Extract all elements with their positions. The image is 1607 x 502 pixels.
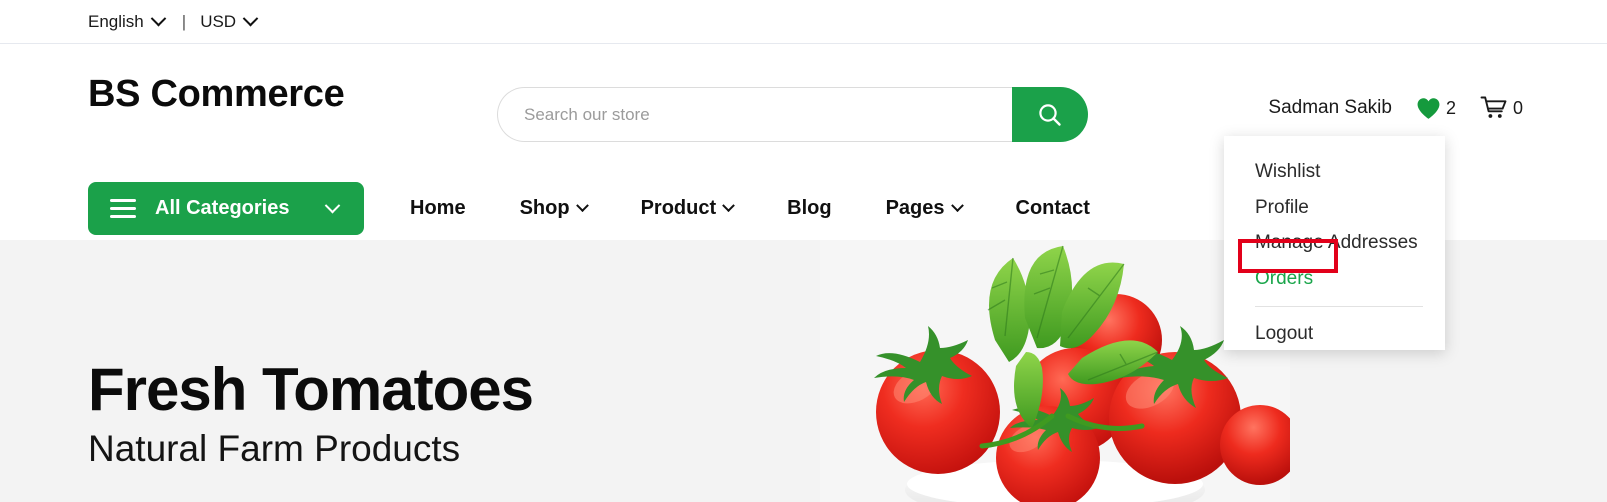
hero-title: Fresh Tomatoes xyxy=(88,356,534,423)
chevron-down-icon xyxy=(242,10,259,27)
chevron-down-icon xyxy=(722,198,736,212)
cart-count: 0 xyxy=(1512,97,1523,118)
search-bar xyxy=(497,87,1088,142)
chevron-down-icon xyxy=(150,10,167,27)
dropdown-item-logout[interactable]: Logout xyxy=(1224,316,1445,352)
currency-label: USD xyxy=(200,12,237,31)
all-categories-button[interactable]: All Categories xyxy=(88,182,364,235)
search-input[interactable] xyxy=(497,87,1012,142)
cart-link[interactable]: 0 xyxy=(1480,95,1523,121)
nav-item-pages[interactable]: Pages xyxy=(859,197,989,220)
nav-label: Blog xyxy=(787,196,832,219)
top-bar-inner: English | USD xyxy=(88,10,259,32)
search-icon xyxy=(1039,103,1061,126)
chevron-down-icon xyxy=(324,197,341,214)
storefront-page: English | USD BS Commerce Sadman Sakib xyxy=(0,0,1607,502)
hero-product-image xyxy=(820,240,1290,502)
language-label: English xyxy=(88,12,144,31)
nav-item-product[interactable]: Product xyxy=(614,197,761,220)
currency-selector[interactable]: USD xyxy=(200,10,259,31)
dropdown-item-profile[interactable]: Profile xyxy=(1224,190,1445,226)
nav-item-shop[interactable]: Shop xyxy=(493,197,614,220)
dropdown-item-wishlist[interactable]: Wishlist xyxy=(1224,154,1445,190)
utility-top-bar: English | USD xyxy=(0,0,1607,44)
site-logo[interactable]: BS Commerce xyxy=(88,73,345,116)
user-account-area: Sadman Sakib 2 0 xyxy=(1268,91,1523,125)
chevron-down-icon xyxy=(575,198,589,212)
nav-label: Shop xyxy=(519,196,570,219)
primary-nav-list: Home Shop Product Blog Pages Contact xyxy=(410,176,1117,240)
wishlist-count: 2 xyxy=(1445,97,1456,118)
nav-item-blog[interactable]: Blog xyxy=(760,197,858,220)
nav-item-contact[interactable]: Contact xyxy=(989,197,1117,220)
language-selector[interactable]: English xyxy=(88,10,167,31)
user-name-link[interactable]: Sadman Sakib xyxy=(1268,97,1392,119)
nav-label: Contact xyxy=(1015,196,1090,219)
hamburger-menu-icon xyxy=(110,199,136,218)
search-button[interactable] xyxy=(1012,87,1088,142)
wishlist-link[interactable]: 2 xyxy=(1416,97,1456,120)
shopping-cart-icon xyxy=(1480,96,1507,118)
all-categories-label: All Categories xyxy=(155,197,290,219)
chevron-down-icon xyxy=(950,198,964,212)
nav-label: Product xyxy=(640,196,717,219)
top-bar-separator: | xyxy=(181,11,187,31)
dropdown-item-orders[interactable]: Orders xyxy=(1224,261,1445,297)
hero-subtitle: Natural Farm Products xyxy=(88,428,461,469)
dropdown-item-manage-addresses[interactable]: Manage Addresses xyxy=(1224,225,1445,261)
nav-item-home[interactable]: Home xyxy=(410,197,493,220)
nav-label: Home xyxy=(410,196,466,219)
dropdown-divider xyxy=(1255,305,1423,307)
user-account-dropdown: Wishlist Profile Manage Addresses Orders… xyxy=(1224,136,1445,350)
heart-icon xyxy=(1417,97,1440,119)
nav-label: Pages xyxy=(885,196,945,219)
